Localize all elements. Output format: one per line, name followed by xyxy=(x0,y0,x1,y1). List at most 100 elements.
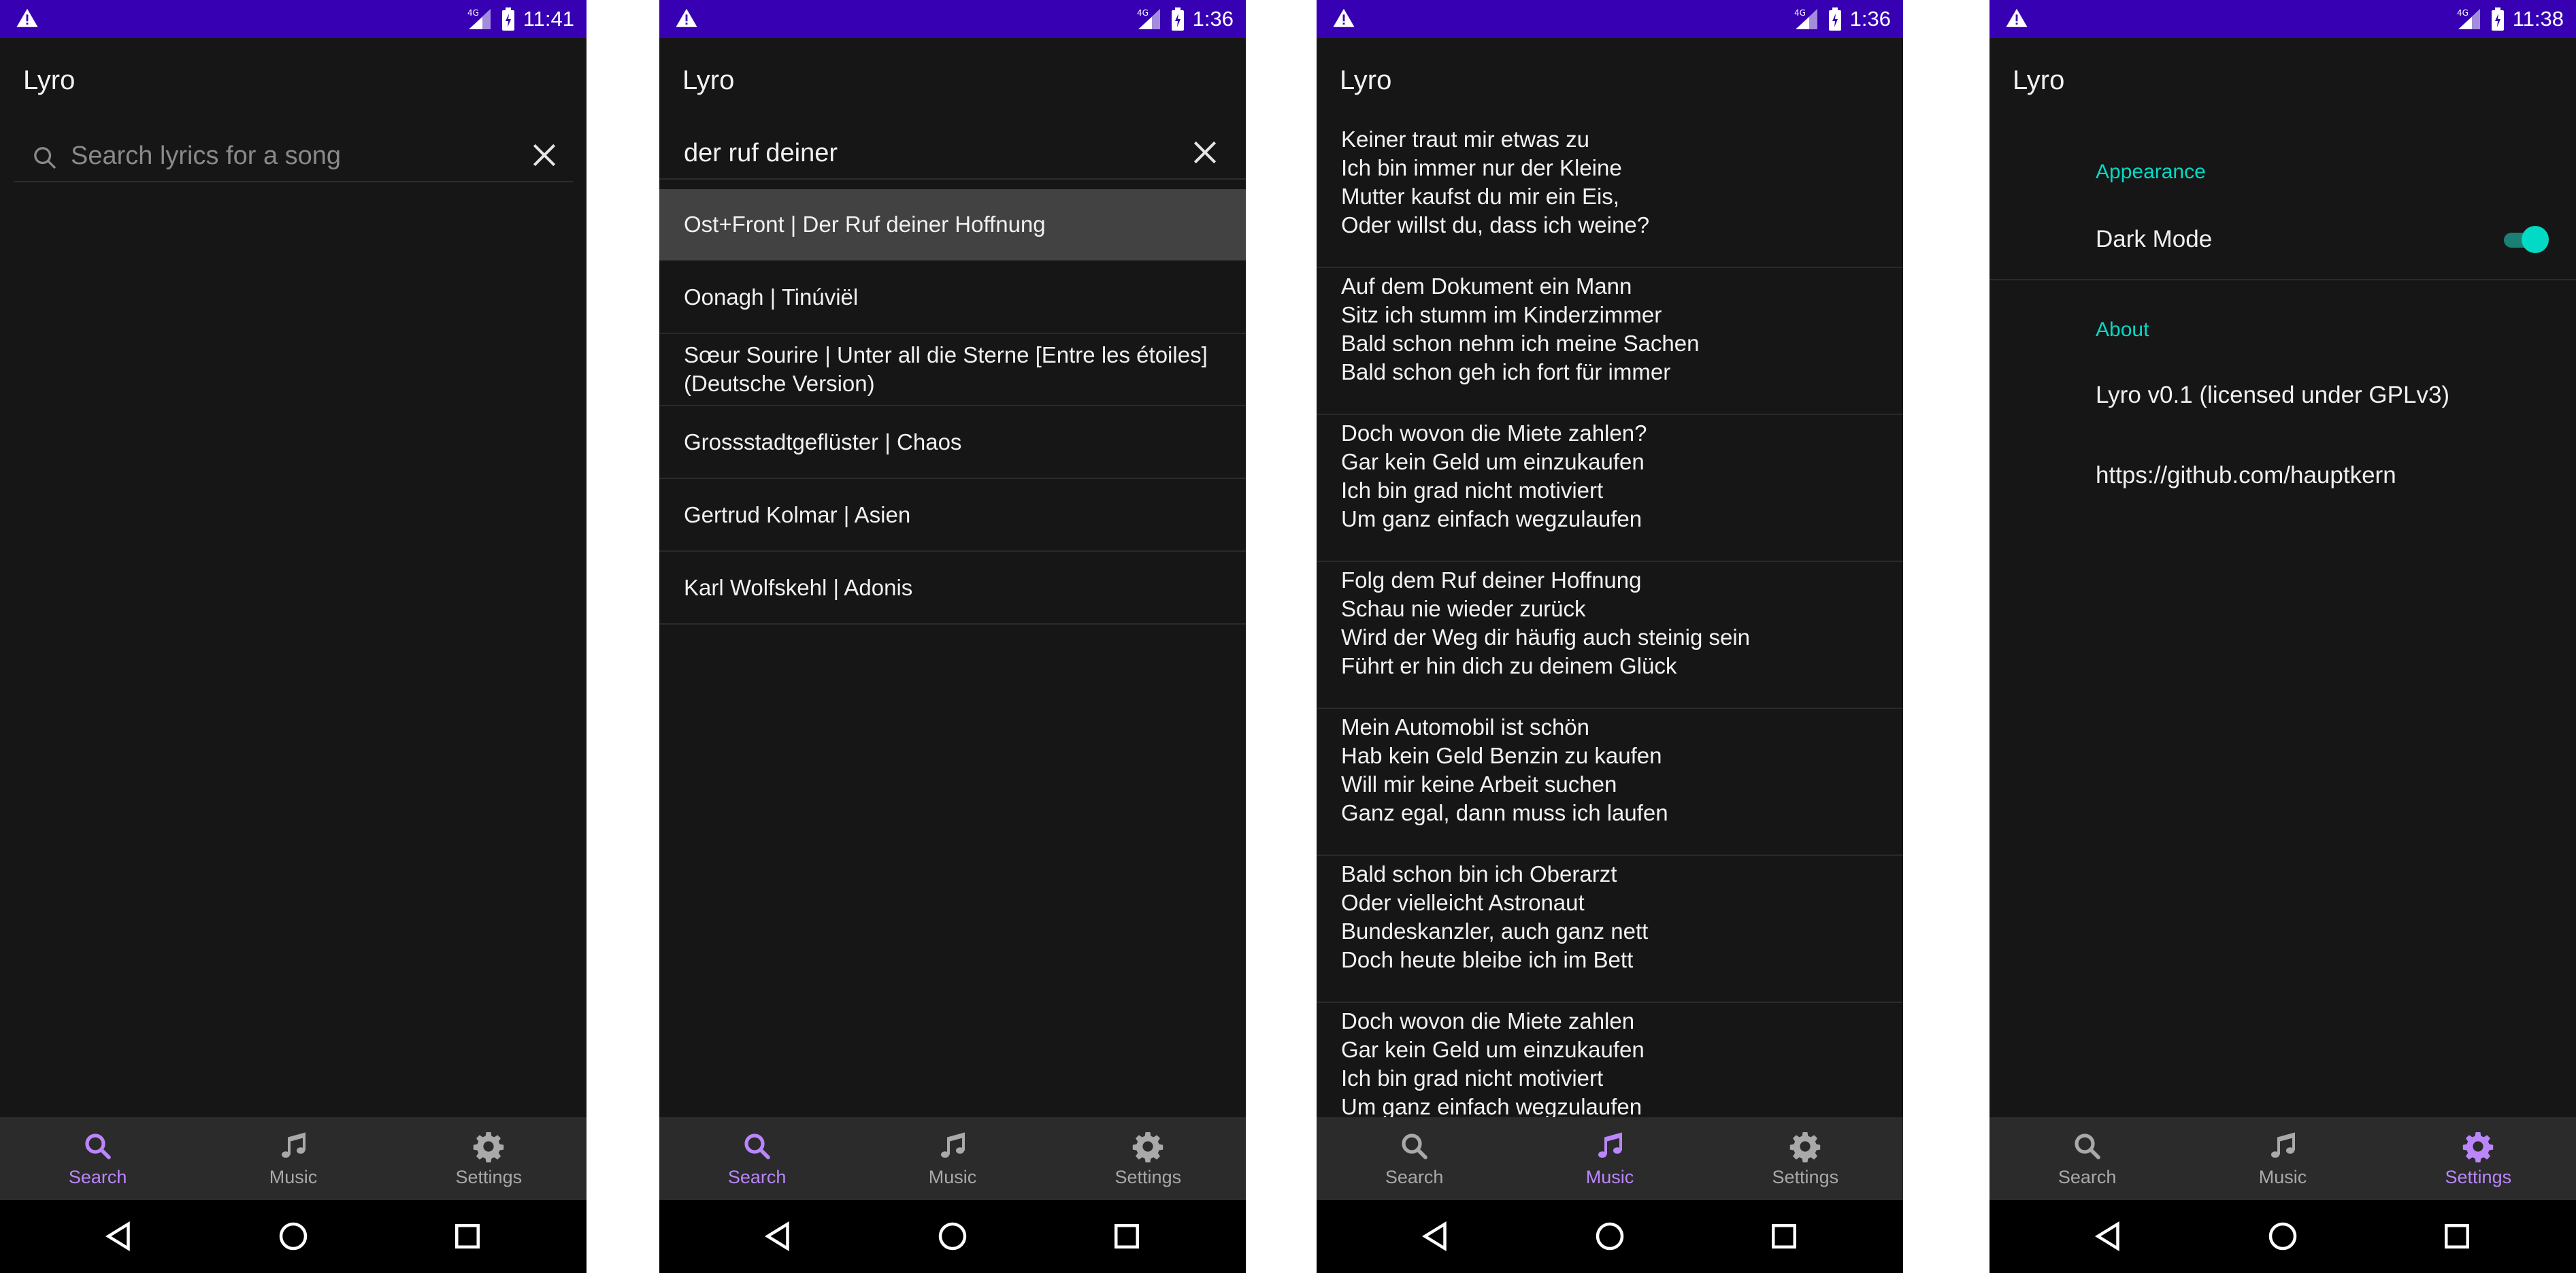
nav-music-label: Music xyxy=(1585,1166,1634,1187)
search-bar[interactable] xyxy=(659,128,1246,180)
lyrics-stanza: Folg dem Ruf deiner Hoffnung Schau nie w… xyxy=(1317,562,1903,709)
home-icon[interactable] xyxy=(275,1218,312,1255)
back-icon[interactable] xyxy=(1417,1218,1454,1255)
result-item[interactable]: Ost+Front | Der Ruf deiner Hoffnung xyxy=(659,189,1246,261)
nav-music[interactable]: Music xyxy=(2185,1117,2380,1200)
nav-search[interactable]: Search xyxy=(1989,1117,2185,1200)
nav-search[interactable]: Search xyxy=(659,1117,855,1200)
status-time: 11:41 xyxy=(523,7,574,31)
dark-mode-label: Dark Mode xyxy=(2096,226,2213,252)
nav-settings[interactable]: Settings xyxy=(2381,1117,2576,1200)
lyrics-stanza: Auf dem Dokument ein Mann Sitz ich stumm… xyxy=(1317,268,1903,415)
screen-lyrics: 4G 1:36 Lyro Keiner traut mir etwas zu I… xyxy=(1317,0,1903,1273)
music-note-icon xyxy=(1598,1131,1622,1158)
lyric-line: Sitz ich stumm im Kinderzimmer xyxy=(1341,302,1662,327)
dark-mode-toggle[interactable] xyxy=(2501,224,2549,255)
nav-settings-label: Settings xyxy=(2445,1166,2512,1187)
home-icon[interactable] xyxy=(2264,1218,2301,1255)
clear-icon[interactable] xyxy=(1190,137,1220,167)
search-icon xyxy=(2075,1133,2100,1159)
nav-settings[interactable]: Settings xyxy=(391,1117,587,1200)
svg-text:4G: 4G xyxy=(1137,8,1149,18)
result-item[interactable]: Sœur Sourire | Unter all die Sterne [Ent… xyxy=(659,334,1246,406)
back-icon[interactable] xyxy=(2090,1218,2127,1255)
home-icon[interactable] xyxy=(934,1218,971,1255)
lyric-line: Will mir keine Arbeit suchen xyxy=(1341,772,1617,797)
lyric-line: Oder willst du, dass ich weine? xyxy=(1341,212,1650,237)
nav-settings-label: Settings xyxy=(1114,1166,1182,1187)
status-bar: 4G 11:38 xyxy=(1989,0,2576,38)
search-input[interactable] xyxy=(69,136,508,176)
lyric-line: Bald schon nehm ich meine Sachen xyxy=(1341,331,1700,356)
version-item[interactable]: Lyro v0.1 (licensed under GPLv3) xyxy=(2096,382,2449,409)
music-note-icon xyxy=(281,1131,306,1158)
lyric-line: Doch wovon die Miete zahlen? xyxy=(1341,420,1647,446)
dark-mode-row[interactable]: Dark Mode xyxy=(1989,204,2576,274)
status-bar: 4G 1:36 xyxy=(1317,0,1903,38)
lyric-line: Ich bin grad nicht motiviert xyxy=(1341,1065,1604,1091)
nav-music[interactable]: Music xyxy=(195,1117,391,1200)
app-title: Lyro xyxy=(23,65,76,95)
result-item[interactable]: Karl Wolfskehl | Adonis xyxy=(659,552,1246,625)
screen-settings: 4G 11:38 Lyro Appearance Dark Mode About… xyxy=(1989,0,2576,1273)
recents-icon[interactable] xyxy=(1108,1218,1145,1255)
bottom-navigation: Search Music Settings xyxy=(0,1117,587,1200)
about-section-header: About xyxy=(2096,318,2149,341)
svg-text:4G: 4G xyxy=(1794,8,1806,18)
screen-search-results: 4G 1:36 Lyro Ost+Front | Der Ruf deiner … xyxy=(659,0,1246,1273)
recents-icon[interactable] xyxy=(449,1218,486,1255)
lyric-line: Bald schon bin ich Oberarzt xyxy=(1341,861,1617,887)
app-bar: Lyro xyxy=(0,38,587,125)
nav-music[interactable]: Music xyxy=(1512,1117,1707,1200)
home-icon[interactable] xyxy=(1591,1218,1628,1255)
lyrics-stanza: Bald schon bin ich Oberarzt Oder viellei… xyxy=(1317,856,1903,1003)
bottom-navigation: Search Music Settings xyxy=(1317,1117,1903,1200)
lyric-line: Auf dem Dokument ein Mann xyxy=(1341,274,1632,299)
back-icon[interactable] xyxy=(760,1218,797,1255)
github-link[interactable]: https://github.com/hauptkern xyxy=(2096,462,2396,489)
svg-text:4G: 4G xyxy=(467,8,479,18)
signal-4g-icon: 4G xyxy=(1137,8,1160,29)
battery-icon xyxy=(1828,7,1841,31)
signal-4g-icon: 4G xyxy=(467,8,491,29)
section-divider xyxy=(1989,279,2576,280)
nav-music-label: Music xyxy=(269,1166,318,1187)
lyric-line: Mutter kaufst du mir ein Eis, xyxy=(1341,184,1619,209)
lyric-line: Folg dem Ruf deiner Hoffnung xyxy=(1341,567,1642,593)
lyric-line: Ich bin immer nur der Kleine xyxy=(1341,155,1622,180)
back-icon[interactable] xyxy=(101,1218,137,1255)
search-bar[interactable] xyxy=(14,131,573,182)
recents-icon[interactable] xyxy=(1766,1218,1802,1255)
nav-search[interactable]: Search xyxy=(1317,1117,1512,1200)
status-bar: 4G 11:41 xyxy=(0,0,587,38)
warning-icon xyxy=(16,8,38,27)
gear-icon xyxy=(1790,1131,1821,1162)
lyric-line: Bald schon geh ich fort für immer xyxy=(1341,359,1671,384)
nav-settings[interactable]: Settings xyxy=(1708,1117,1903,1200)
result-item[interactable]: Grossstadtgeflüster | Chaos xyxy=(659,406,1246,479)
appearance-section-header: Appearance xyxy=(2096,161,2206,183)
app-title: Lyro xyxy=(1340,65,1392,95)
nav-settings[interactable]: Settings xyxy=(1051,1117,1246,1200)
result-item[interactable]: Gertrud Kolmar | Asien xyxy=(659,479,1246,552)
warning-icon xyxy=(1333,8,1355,27)
nav-music[interactable]: Music xyxy=(855,1117,1050,1200)
clear-icon[interactable] xyxy=(529,140,559,170)
warning-icon xyxy=(676,8,697,27)
status-time: 1:36 xyxy=(1192,7,1234,31)
lyric-line: Bundeskanzler, auch ganz nett xyxy=(1341,919,1649,944)
lyric-line: Ich bin grad nicht motiviert xyxy=(1341,478,1604,503)
lyrics-list[interactable]: Keiner traut mir etwas zu Ich bin immer … xyxy=(1317,121,1903,1117)
search-results-list: Ost+Front | Der Ruf deiner Hoffnung Oona… xyxy=(659,189,1246,625)
nav-search[interactable]: Search xyxy=(0,1117,195,1200)
app-bar: Lyro xyxy=(659,38,1246,125)
music-note-icon xyxy=(2270,1131,2295,1158)
result-item[interactable]: Oonagh | Tinúviël xyxy=(659,261,1246,334)
nav-search-label: Search xyxy=(727,1166,787,1187)
lyric-line: Schau nie wieder zurück xyxy=(1341,596,1586,621)
status-time: 11:38 xyxy=(2512,7,2564,31)
recents-icon[interactable] xyxy=(2439,1218,2475,1255)
search-input[interactable] xyxy=(682,133,1121,173)
app-bar: Lyro xyxy=(1317,38,1903,125)
system-navigation-bar xyxy=(0,1200,587,1273)
